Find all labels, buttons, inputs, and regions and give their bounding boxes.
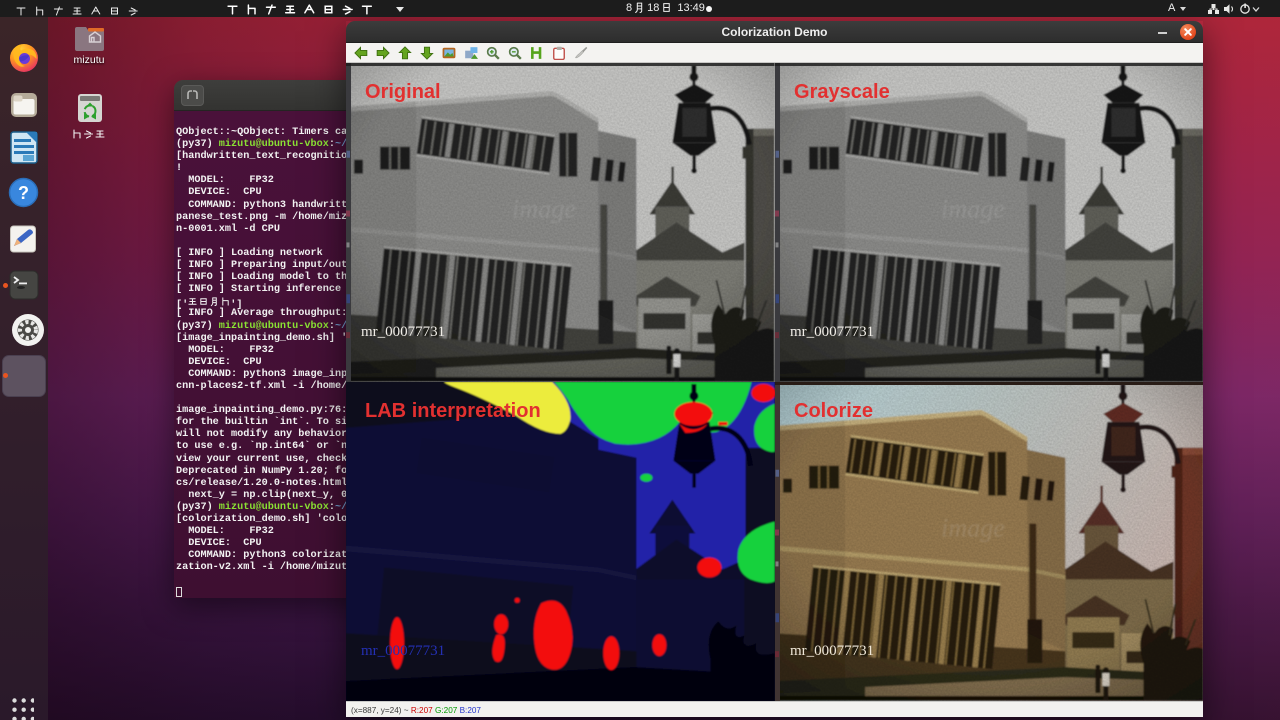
svg-text:mr_00077731: mr_00077731 [790, 643, 874, 659]
svg-text:mr_00077731: mr_00077731 [361, 324, 445, 340]
svg-text:mr_00077731: mr_00077731 [790, 324, 874, 340]
svg-text:Original: Original [365, 81, 441, 103]
svg-text:?: ? [18, 183, 29, 203]
svg-text:mr_00077731: mr_00077731 [361, 643, 445, 659]
svg-text:Colorize: Colorize [794, 400, 873, 422]
svg-text:Grayscale: Grayscale [794, 81, 890, 103]
svg-text:LAB interpretation: LAB interpretation [365, 400, 541, 422]
